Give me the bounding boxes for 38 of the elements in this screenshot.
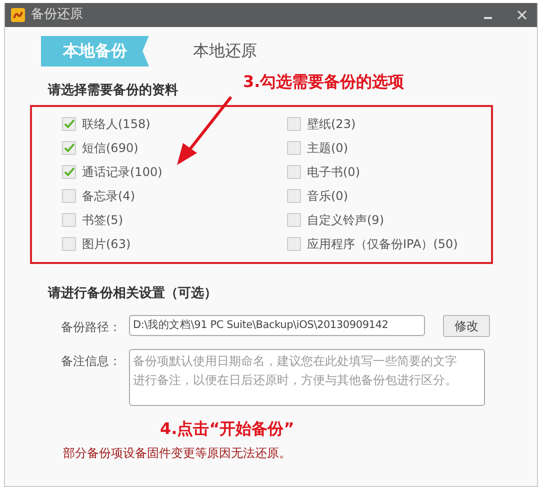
checkbox-label: 书签(5) — [82, 212, 123, 229]
checkbox-label: 短信(690) — [82, 140, 138, 157]
annotation-text: 3.勾选需要备份的选项 — [243, 71, 404, 93]
checkbox-label: 电子书(0) — [307, 164, 360, 181]
checkbox-label: 壁纸(23) — [307, 116, 356, 133]
modify-button[interactable]: 修改 — [443, 315, 490, 337]
field-label: 备份路径： — [61, 319, 122, 336]
checkbox-label: 联络人(158) — [82, 116, 150, 133]
checkbox-label: 音乐(0) — [307, 188, 348, 205]
path-field[interactable]: D:\我的文档\91 PC Suite\Backup\iOS\20130909142 — [129, 315, 425, 336]
annotation-text: 4.点击“开始备份” — [160, 418, 294, 440]
checkbox[interactable] — [287, 237, 301, 251]
checkbox-label: 应用程序（仅备份IPA）(50) — [307, 236, 458, 253]
notes-field[interactable]: 备份项默认使用日期命名，建议您在此处填写一些简要的文字进行备注，以便在日后还原时，方便与其他备份包进行区分。 — [129, 349, 485, 406]
checkbox[interactable] — [287, 117, 301, 131]
checkbox[interactable] — [287, 189, 301, 203]
close-icon[interactable] — [517, 10, 527, 20]
field-label: 备注信息： — [61, 353, 122, 370]
section-heading: 请选择需要备份的资料 — [48, 82, 178, 100]
checkbox[interactable] — [62, 237, 76, 251]
checkbox[interactable] — [62, 141, 76, 155]
window-title: 备份还原 — [31, 6, 83, 24]
checkbox[interactable] — [287, 141, 301, 155]
checkbox[interactable] — [62, 165, 76, 179]
checkbox[interactable] — [62, 117, 76, 131]
checkbox[interactable] — [62, 189, 76, 203]
tab[interactable]: 本地还原 — [171, 36, 279, 66]
checkbox-label: 图片(63) — [82, 236, 131, 253]
checkbox[interactable] — [287, 165, 301, 179]
app-logo-icon — [11, 8, 25, 22]
checkbox-label: 自定义铃声(9) — [307, 212, 384, 229]
checkbox[interactable] — [62, 213, 76, 227]
checkbox-label: 备忘录(4) — [82, 188, 135, 205]
section-heading: 请进行备份相关设置（可选） — [48, 284, 217, 302]
checkbox[interactable] — [287, 213, 301, 227]
checkbox-label: 主题(0) — [307, 140, 348, 157]
checkbox-label: 通话记录(100) — [82, 164, 162, 181]
warning-text: 部分备份项设备固件变更等原因无法还原。 — [63, 445, 292, 462]
